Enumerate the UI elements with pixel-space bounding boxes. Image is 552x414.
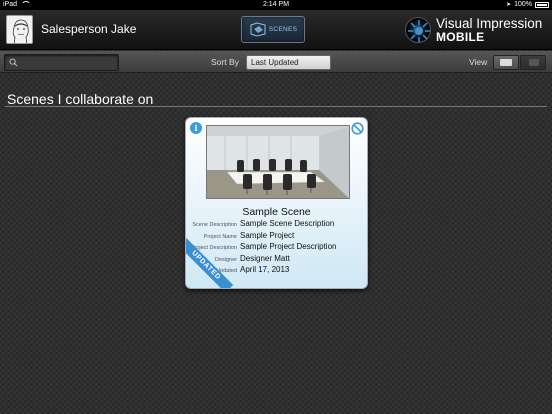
detail-value: April 17, 2013 bbox=[240, 265, 290, 274]
detail-row: Designer Designer Matt bbox=[186, 253, 367, 266]
brand-subtitle: MOBILE bbox=[436, 30, 485, 44]
section-divider bbox=[5, 106, 547, 107]
status-time: 2:14 PM bbox=[262, 1, 290, 8]
view-toggle bbox=[493, 55, 546, 70]
avatar-sketch-icon bbox=[7, 16, 32, 43]
view-label: View bbox=[469, 57, 488, 67]
detail-row: Project Description Sample Project Descr… bbox=[186, 242, 367, 254]
sort-select[interactable]: Last Updated bbox=[246, 55, 331, 70]
status-bar: iPad 2:14 PM ➤ 100% bbox=[0, 0, 552, 10]
scenes-button[interactable]: SCENES bbox=[241, 16, 305, 43]
no-access-icon[interactable] bbox=[351, 122, 364, 135]
section-title: Scenes I collaborate on bbox=[7, 91, 154, 107]
location-icon: ➤ bbox=[506, 2, 512, 8]
detail-label: Project Name bbox=[203, 233, 237, 240]
conference-room-image bbox=[207, 126, 349, 198]
info-icon[interactable]: i bbox=[190, 122, 202, 134]
toolbar: Sort By Last Updated View bbox=[0, 51, 552, 73]
search-input[interactable] bbox=[4, 54, 119, 71]
detail-value: Sample Project bbox=[240, 230, 295, 240]
avatar[interactable] bbox=[6, 15, 33, 44]
sort-by-label: Sort By bbox=[211, 57, 239, 67]
brand-title: Visual Impression bbox=[436, 16, 543, 31]
detail-row: Project Name Sample Project bbox=[186, 230, 367, 243]
user-name: Salesperson Jake bbox=[41, 22, 137, 36]
view-list-option[interactable] bbox=[520, 55, 546, 70]
battery-percent: 100% bbox=[514, 1, 532, 8]
brand-logo: Visual Impression MOBILE bbox=[405, 16, 550, 44]
detail-value: Designer Matt bbox=[240, 253, 290, 263]
search-icon bbox=[9, 58, 18, 67]
scenes-button-label: SCENES bbox=[268, 26, 298, 33]
view-grid-option[interactable] bbox=[493, 55, 519, 70]
status-right: ➤ 100% bbox=[506, 0, 549, 10]
scene-title: Sample Scene bbox=[242, 206, 311, 218]
scenes-icon bbox=[250, 22, 266, 37]
scene-thumbnail[interactable] bbox=[206, 125, 350, 199]
battery-icon bbox=[535, 2, 549, 8]
scene-card[interactable]: i Sample Scene Scene Description Sample … bbox=[185, 117, 368, 289]
detail-label: Scene Description bbox=[192, 222, 237, 228]
detail-value: Sample Scene Description bbox=[240, 219, 335, 228]
detail-row: Scene Description Sample Scene Descripti… bbox=[186, 219, 367, 231]
detail-value: Sample Project Description bbox=[240, 242, 337, 251]
top-bar: Salesperson Jake SCENES Visual Impressio… bbox=[0, 10, 552, 50]
brand-logo-icon bbox=[405, 17, 431, 43]
